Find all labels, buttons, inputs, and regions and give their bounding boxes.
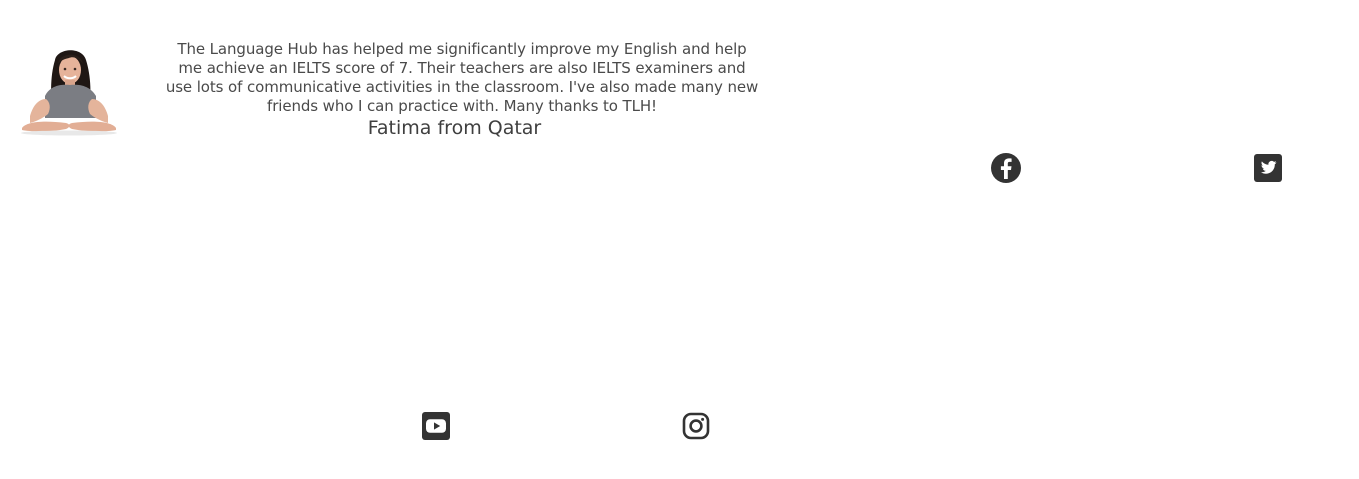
twitter-link[interactable]: [1252, 152, 1284, 184]
instagram-link[interactable]: [680, 410, 712, 442]
youtube-icon[interactable]: [420, 410, 452, 442]
facebook-link[interactable]: [990, 152, 1022, 184]
testimonial-avatar: [10, 44, 128, 136]
testimonial-quote: The Language Hub has helped me significa…: [165, 40, 759, 115]
facebook-icon[interactable]: [990, 152, 1022, 184]
twitter-icon[interactable]: [1252, 152, 1284, 184]
youtube-link[interactable]: [420, 410, 452, 442]
student-avatar-icon: [21, 50, 117, 136]
testimonial-quote-block: The Language Hub has helped me significa…: [162, 40, 762, 141]
testimonial-author: Fatima from Qatar: [367, 117, 542, 139]
testimonial-section: The Language Hub has helped me significa…: [0, 0, 1359, 150]
instagram-icon[interactable]: [680, 410, 712, 442]
